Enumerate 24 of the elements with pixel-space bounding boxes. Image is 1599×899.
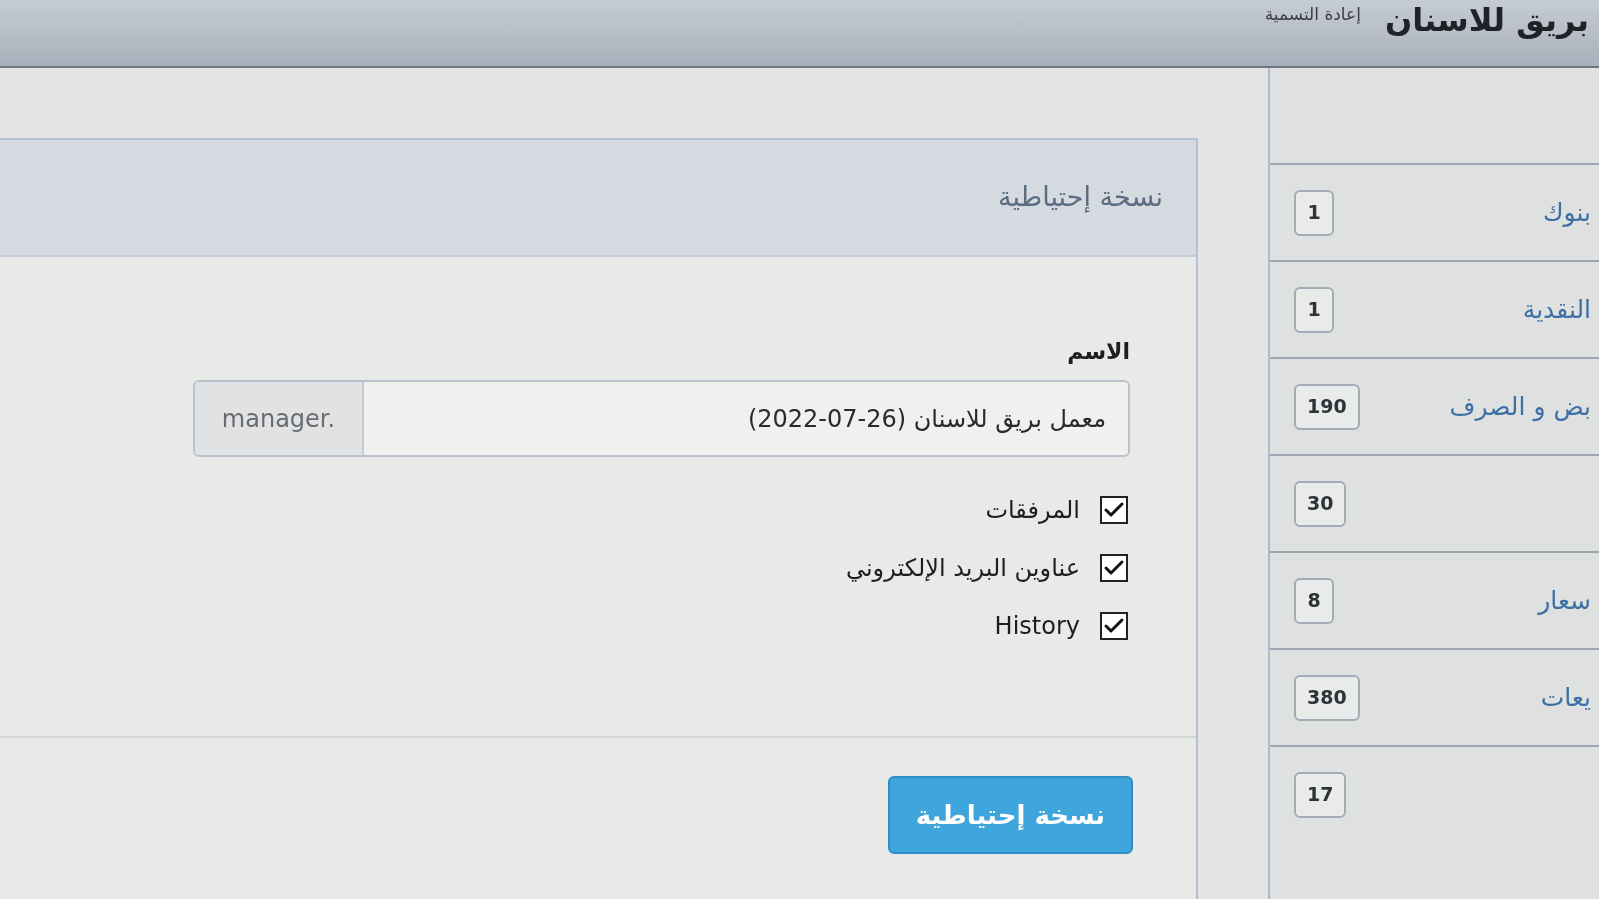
item-label: بض و الصرف — [1449, 390, 1591, 424]
count-badge: 190 — [1294, 383, 1360, 430]
sidebar-item[interactable]: 17 — [1270, 745, 1599, 842]
panel-title: نسخة إحتياطية — [998, 180, 1163, 215]
item-label: بنوك — [1542, 196, 1591, 229]
option-label: History — [994, 611, 1080, 641]
item-label: يعات — [1540, 681, 1591, 714]
count-badge: 17 — [1294, 771, 1347, 818]
count-badge: 30 — [1294, 480, 1347, 527]
sidebar-item[interactable]: 30 — [1270, 454, 1599, 551]
item-label: النقدية — [1522, 293, 1591, 326]
checkbox[interactable] — [1100, 496, 1128, 524]
count-badge: 1 — [1294, 286, 1334, 333]
option-label: المرفقات — [985, 495, 1080, 525]
count-badge: 8 — [1294, 577, 1334, 624]
field-label: الاسم — [1067, 338, 1130, 366]
item-label: سعار — [1538, 584, 1591, 617]
checkbox[interactable] — [1100, 612, 1128, 640]
checkbox[interactable] — [1100, 554, 1128, 582]
domain-suffix: manager. — [195, 382, 364, 455]
count-badge: 1 — [1294, 189, 1334, 236]
option-label: عناوين البريد الإلكتروني — [845, 553, 1080, 583]
rename-link[interactable]: إعادة التسمية — [1264, 0, 1361, 23]
count-badge: 380 — [1294, 674, 1360, 721]
